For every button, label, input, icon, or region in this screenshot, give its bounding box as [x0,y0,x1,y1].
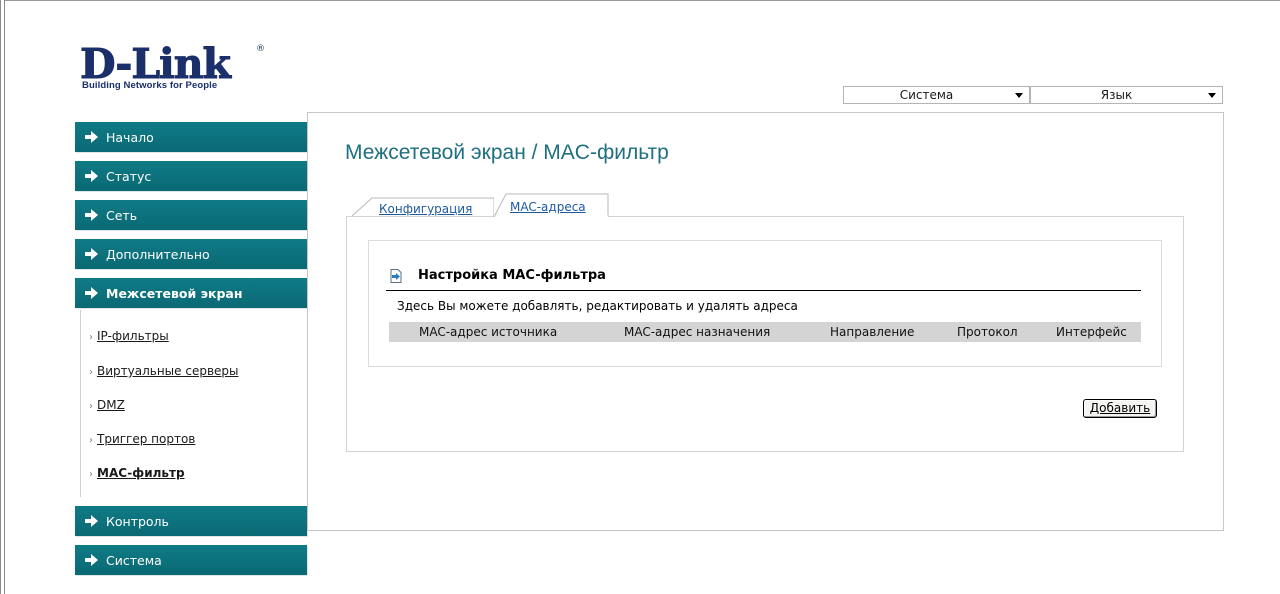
sidebar-item-firewall[interactable]: Межсетевой экран [75,278,307,308]
submenu-link[interactable]: MAC-фильтр [97,466,185,480]
system-select[interactable]: Система [843,86,1030,104]
submenu-link[interactable]: Виртуальные серверы [97,364,239,378]
submenu-item-port-trigger[interactable]: › Триггер портов [89,432,195,446]
arrow-right-icon [85,287,99,299]
window-left-border [0,0,5,594]
arrow-right-icon [85,131,99,143]
section-description: Здесь Вы можете добавлять, редактировать… [397,299,798,313]
column-header-interface: Интерфейс [1056,325,1127,339]
submenu-item-mac-filter[interactable]: › MAC-фильтр [89,466,185,480]
submenu-item-virtual-servers[interactable]: › Виртуальные серверы [89,364,239,378]
arrow-right-icon [85,170,99,182]
sidebar-item-system[interactable]: Система [75,545,307,575]
column-header-dst-mac: MAC-адрес назначения [624,325,771,339]
sidebar-item-label: Межсетевой экран [106,285,243,301]
arrow-right-icon [85,515,99,527]
bullet-icon: › [89,401,93,412]
tab-label[interactable]: Конфигурация [379,202,472,216]
tab-configuration[interactable]: Конфигурация [350,193,494,217]
chevron-down-icon [1015,93,1023,98]
submenu-link[interactable]: Триггер портов [97,432,195,446]
page-title: Межсетевой экран / MAC-фильтр [345,141,669,164]
arrow-right-icon [85,209,99,221]
logo-tagline: Building Networks for People [82,80,218,91]
document-arrow-icon [390,269,402,283]
sidebar-item-label: Дополнительно [106,246,210,262]
window-top-border [0,0,1280,1]
submenu-link[interactable]: DMZ [97,398,125,412]
submenu-link[interactable]: IP-фильтры [97,329,169,343]
bullet-icon: › [89,332,93,343]
mac-table-header: MAC-адрес источника MAC-адрес назначения… [389,322,1141,342]
bullet-icon: › [89,435,93,446]
sidebar-item-label: Статус [106,168,152,184]
tab-mac-addresses[interactable]: MAC-адреса [494,193,610,217]
section-title: Настройка MAC-фильтра [418,268,606,283]
column-header-direction: Направление [830,325,915,339]
arrow-right-icon [85,248,99,260]
sidebar-item-start[interactable]: Начало [75,122,307,152]
logo-registered-mark: ® [256,44,265,54]
chevron-down-icon [1208,93,1216,98]
sidebar-item-label: Контроль [106,513,169,529]
sidebar-item-label: Начало [106,129,154,145]
logo-text: D-Link [80,40,232,88]
bullet-icon: › [89,469,93,480]
sidebar-item-status[interactable]: Статус [75,161,307,191]
section-divider [386,290,1141,291]
submenu-item-ip-filters[interactable]: › IP-фильтры [89,329,169,343]
add-button[interactable]: Добавить [1083,399,1157,418]
column-header-protocol: Протокол [957,325,1018,339]
column-header-src-mac: MAC-адрес источника [419,325,558,339]
sidebar-item-control[interactable]: Контроль [75,506,307,536]
dlink-logo: D-Link ® Building Networks for People [80,40,280,92]
sidebar-item-advanced[interactable]: Дополнительно [75,239,307,269]
arrow-right-icon [85,554,99,566]
sidebar-item-label: Система [106,552,162,568]
tab-label[interactable]: MAC-адреса [510,200,586,214]
language-select[interactable]: Язык [1030,86,1223,104]
sidebar-item-label: Сеть [106,207,138,223]
language-select-label: Язык [1100,88,1133,102]
bullet-icon: › [89,367,93,378]
sidebar-item-network[interactable]: Сеть [75,200,307,230]
system-select-label: Система [899,88,954,102]
submenu-item-dmz[interactable]: › DMZ [89,398,125,412]
